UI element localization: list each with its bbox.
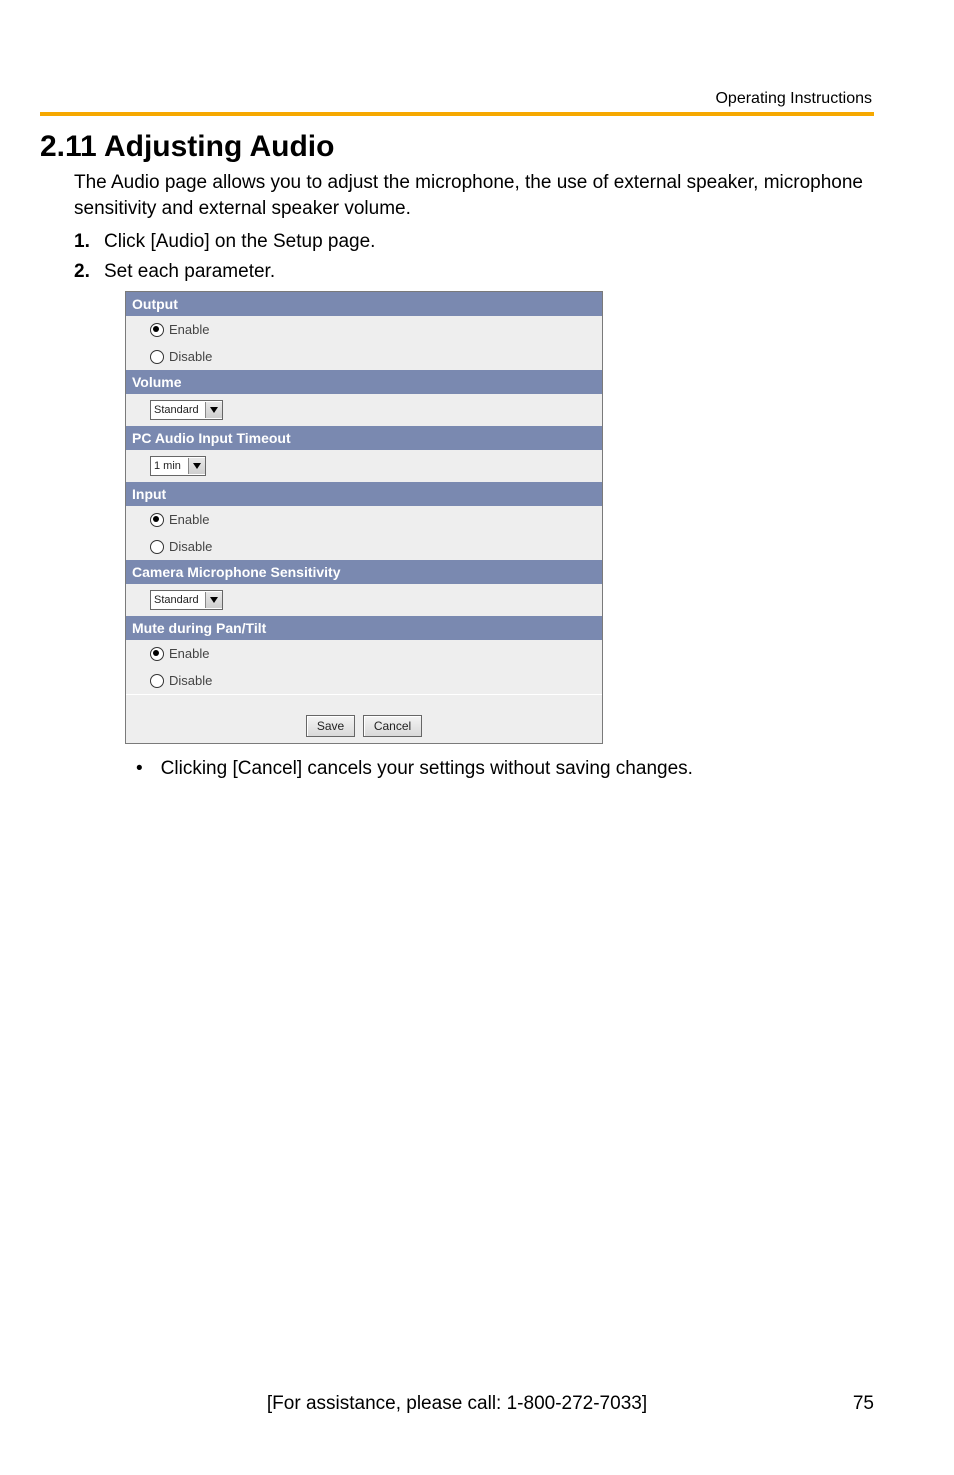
chevron-down-icon [188, 458, 205, 474]
step-number: 1. [74, 231, 104, 253]
step-list: 1. Click [Audio] on the Setup page. 2. S… [74, 231, 874, 283]
page-number: 75 [814, 1393, 874, 1415]
radio-label: Disable [169, 349, 212, 364]
pc-timeout-select-row: 1 min [126, 450, 602, 482]
note-text: Clicking [Cancel] cancels your settings … [161, 758, 693, 780]
header-label: Operating Instructions [40, 90, 874, 112]
mic-sensitivity-select[interactable]: Standard [150, 590, 223, 610]
page-title: 2.11 Adjusting Audio [40, 130, 874, 164]
radio-label: Enable [169, 646, 209, 661]
output-enable-row[interactable]: Enable [126, 316, 602, 343]
radio-label: Enable [169, 322, 209, 337]
audio-form-panel: Output Enable Disable Volume Standard PC… [125, 291, 603, 744]
footer-assist: [For assistance, please call: 1-800-272-… [100, 1393, 814, 1415]
mic-sensitivity-select-row: Standard [126, 584, 602, 616]
radio-label: Enable [169, 512, 209, 527]
volume-select[interactable]: Standard [150, 400, 223, 420]
page-footer: [For assistance, please call: 1-800-272-… [40, 1393, 874, 1415]
step-item: 2. Set each parameter. [74, 261, 874, 283]
chevron-down-icon [205, 592, 222, 608]
select-value: 1 min [154, 460, 188, 472]
radio-icon [150, 674, 164, 688]
section-mic-sensitivity-header: Camera Microphone Sensitivity [126, 560, 602, 584]
mute-disable-row[interactable]: Disable [126, 667, 602, 694]
input-enable-row[interactable]: Enable [126, 506, 602, 533]
chevron-down-icon [205, 402, 222, 418]
button-row: Save Cancel [126, 709, 602, 743]
panel-spacer [126, 694, 602, 709]
note-bullet: • Clicking [Cancel] cancels your setting… [136, 758, 874, 780]
step-text: Click [Audio] on the Setup page. [104, 231, 874, 253]
input-disable-row[interactable]: Disable [126, 533, 602, 560]
output-disable-row[interactable]: Disable [126, 343, 602, 370]
radio-label: Disable [169, 673, 212, 688]
select-value: Standard [154, 594, 205, 606]
step-item: 1. Click [Audio] on the Setup page. [74, 231, 874, 253]
step-number: 2. [74, 261, 104, 283]
radio-label: Disable [169, 539, 212, 554]
section-output-header: Output [126, 292, 602, 316]
section-input-header: Input [126, 482, 602, 506]
section-pc-timeout-header: PC Audio Input Timeout [126, 426, 602, 450]
radio-icon [150, 647, 164, 661]
section-volume-header: Volume [126, 370, 602, 394]
cancel-button[interactable]: Cancel [363, 715, 422, 737]
radio-icon [150, 540, 164, 554]
radio-icon [150, 513, 164, 527]
select-value: Standard [154, 404, 205, 416]
radio-icon [150, 323, 164, 337]
mute-enable-row[interactable]: Enable [126, 640, 602, 667]
header-rule [40, 112, 874, 116]
intro-paragraph: The Audio page allows you to adjust the … [74, 170, 864, 221]
bullet-icon: • [136, 759, 143, 778]
pc-timeout-select[interactable]: 1 min [150, 456, 206, 476]
volume-select-row: Standard [126, 394, 602, 426]
section-mute-pantilt-header: Mute during Pan/Tilt [126, 616, 602, 640]
step-text: Set each parameter. [104, 261, 874, 283]
footer-spacer [40, 1393, 100, 1415]
save-button[interactable]: Save [306, 715, 355, 737]
radio-icon [150, 350, 164, 364]
